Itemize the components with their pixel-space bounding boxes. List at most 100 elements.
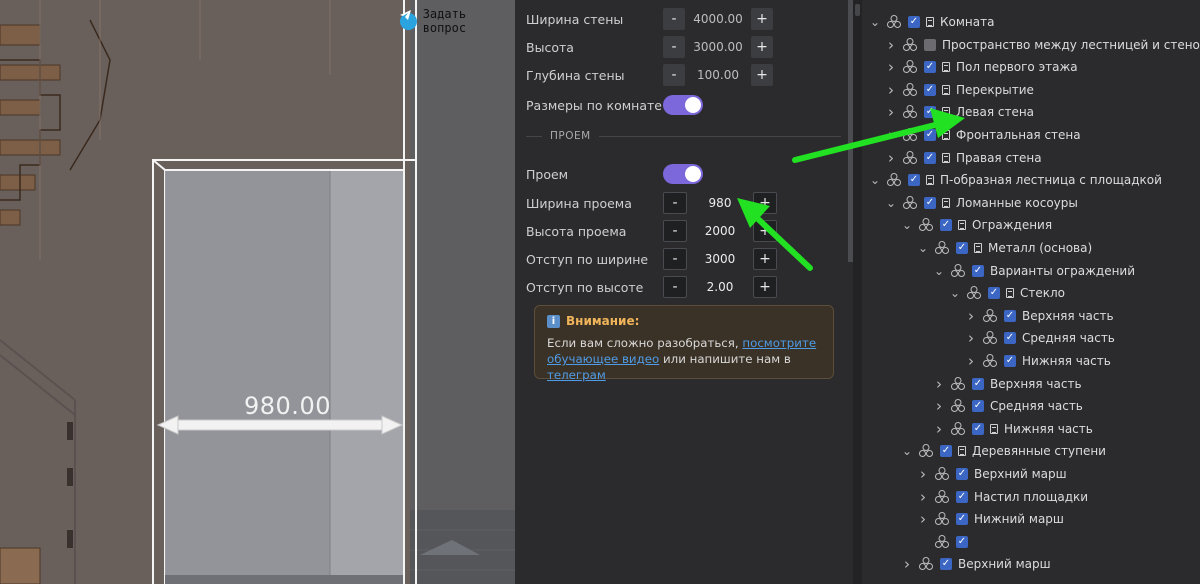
opening-width-input[interactable]: 980: [687, 192, 753, 214]
chevron-right-icon[interactable]: ›: [966, 352, 976, 370]
visibility-checkbox[interactable]: ✓: [924, 151, 936, 164]
wall-depth-value[interactable]: 100.00: [685, 64, 751, 86]
visibility-checkbox[interactable]: ✓: [956, 242, 968, 254]
splitter-thumb[interactable]: [855, 4, 860, 16]
offset-height-input[interactable]: 2.00: [687, 276, 753, 298]
chevron-down-icon[interactable]: ⌄: [902, 218, 912, 232]
visibility-checkbox[interactable]: ✓: [908, 174, 920, 187]
tree-node[interactable]: ✓: [918, 531, 974, 553]
ask-question-button[interactable]: Задать вопрос: [400, 7, 515, 35]
chevron-down-icon[interactable]: ⌄: [902, 444, 912, 458]
opening-toggle[interactable]: [663, 164, 703, 184]
visibility-checkbox[interactable]: ✓: [988, 287, 1000, 300]
visibility-checkbox[interactable]: ✓: [1004, 309, 1016, 322]
visibility-checkbox[interactable]: ✓: [972, 264, 984, 277]
visibility-checkbox[interactable]: ✓: [1004, 332, 1016, 345]
offset-height-minus-button[interactable]: -: [663, 276, 687, 298]
visibility-checkbox[interactable]: ✓: [924, 83, 936, 96]
chevron-right-icon[interactable]: ›: [886, 126, 896, 144]
tree-node[interactable]: › ✓ Нижняя часть: [966, 350, 1111, 372]
chevron-down-icon[interactable]: ⌄: [918, 241, 928, 255]
chevron-right-icon[interactable]: ›: [886, 58, 896, 76]
visibility-checkbox[interactable]: ✓: [972, 377, 984, 390]
tree-node[interactable]: › Пространство между лестницей и стеной: [886, 34, 1200, 56]
chevron-right-icon[interactable]: ›: [886, 149, 896, 167]
tree-node[interactable]: ⌄ ✓ Ограждения: [902, 214, 1052, 236]
tree-node[interactable]: ⌄ ✓ Комната: [870, 11, 994, 33]
visibility-checkbox[interactable]: ✓: [1004, 355, 1016, 367]
tree-node[interactable]: › ✓ Правая стена: [886, 147, 1042, 169]
tree-node[interactable]: ⌄ ✓ Деревянные ступени: [902, 440, 1106, 462]
visibility-checkbox[interactable]: ✓: [956, 535, 968, 548]
offset-width-minus-button[interactable]: -: [663, 248, 687, 270]
tree-node[interactable]: › ✓ Верхний марш: [918, 463, 1067, 485]
wall-depth-minus-button[interactable]: -: [663, 64, 685, 86]
visibility-checkbox[interactable]: ✓: [956, 513, 968, 526]
room-dims-toggle[interactable]: [663, 95, 703, 115]
tree-node[interactable]: ⌄ ✓ Стекло: [950, 282, 1065, 304]
tree-node[interactable]: ⌄ ✓ Ломанные косоуры: [886, 192, 1078, 214]
opening-height-plus-button[interactable]: +: [753, 220, 777, 242]
visibility-checkbox[interactable]: ✓: [924, 61, 936, 74]
chevron-right-icon[interactable]: ›: [966, 307, 976, 325]
visibility-checkbox[interactable]: ✓: [972, 422, 984, 435]
visibility-checkbox[interactable]: ✓: [940, 445, 952, 458]
tree-node[interactable]: › ✓ Левая стена: [878, 101, 1180, 124]
tree-node[interactable]: ⌄ ✓ Металл (основа): [918, 237, 1092, 259]
chevron-down-icon[interactable]: ⌄: [870, 15, 880, 29]
tree-node[interactable]: › ✓ Настил площадки: [918, 486, 1088, 508]
visibility-checkbox[interactable]: ✓: [924, 196, 936, 209]
chevron-right-icon[interactable]: ›: [934, 420, 944, 438]
wall-width-minus-button[interactable]: -: [663, 8, 685, 30]
opening-height-input[interactable]: 2000: [687, 220, 753, 242]
tree-node[interactable]: › ✓ Верхний марш: [902, 553, 1051, 575]
visibility-checkbox[interactable]: ✓: [908, 16, 920, 28]
chevron-right-icon[interactable]: ›: [918, 465, 928, 483]
tree-node[interactable]: › ✓ Пол первого этажа: [886, 56, 1078, 78]
opening-width-plus-button[interactable]: +: [753, 192, 777, 214]
tree-node[interactable]: › ✓ Средняя часть: [934, 395, 1083, 417]
opening-width-minus-button[interactable]: -: [663, 192, 687, 214]
chevron-down-icon[interactable]: ⌄: [950, 286, 960, 300]
chevron-right-icon[interactable]: ›: [918, 510, 928, 528]
chevron-down-icon[interactable]: ⌄: [870, 173, 880, 187]
tree-node[interactable]: › ✓ Фронтальная стена: [886, 124, 1081, 146]
tree-node[interactable]: › ✓ Перекрытие: [886, 79, 1034, 101]
visibility-checkbox[interactable]: ✓: [956, 490, 968, 503]
visibility-checkbox[interactable]: ✓: [940, 558, 952, 571]
chevron-right-icon[interactable]: ›: [918, 488, 928, 506]
height-plus-button[interactable]: +: [751, 36, 773, 58]
chevron-right-icon[interactable]: ›: [886, 103, 896, 121]
chevron-right-icon[interactable]: ›: [886, 36, 896, 54]
tree-node[interactable]: › ✓ Нижняя часть: [934, 418, 1093, 440]
chevron-right-icon[interactable]: ›: [886, 81, 896, 99]
chevron-right-icon[interactable]: ›: [934, 397, 944, 415]
tree-node[interactable]: ⌄ ✓ Варианты ограждений: [934, 260, 1135, 282]
visibility-checkbox[interactable]: ✓: [972, 400, 984, 413]
telegram-link[interactable]: телеграм: [547, 368, 606, 382]
panel-splitter[interactable]: [853, 0, 862, 584]
wall-width-plus-button[interactable]: +: [751, 8, 773, 30]
wall-width-value[interactable]: 4000.00: [685, 8, 751, 30]
tree-node[interactable]: › ✓ Средняя часть: [966, 327, 1115, 349]
height-minus-button[interactable]: -: [663, 36, 685, 58]
chevron-down-icon[interactable]: ⌄: [886, 196, 896, 210]
tree-node[interactable]: › ✓ Нижний марш: [918, 508, 1064, 530]
offset-height-plus-button[interactable]: +: [753, 276, 777, 298]
chevron-right-icon[interactable]: ›: [934, 375, 944, 393]
visibility-checkbox[interactable]: ✓: [956, 468, 968, 480]
chevron-down-icon[interactable]: ⌄: [934, 264, 944, 278]
chevron-right-icon[interactable]: ›: [966, 329, 976, 347]
visibility-checkbox[interactable]: ✓: [940, 219, 952, 232]
visibility-checkbox[interactable]: ✓: [924, 106, 936, 119]
3d-viewport[interactable]: Задать вопрос 980.00: [0, 0, 515, 584]
tree-node[interactable]: › ✓ Верхняя часть: [934, 373, 1082, 395]
height-value[interactable]: 3000.00: [685, 36, 751, 58]
wall-depth-plus-button[interactable]: +: [751, 64, 773, 86]
tree-node[interactable]: › ✓ Верхняя часть: [966, 305, 1114, 327]
visibility-checkbox[interactable]: ✓: [924, 129, 936, 141]
offset-width-plus-button[interactable]: +: [753, 248, 777, 270]
chevron-right-icon[interactable]: ›: [902, 555, 912, 573]
opening-height-minus-button[interactable]: -: [663, 220, 687, 242]
offset-width-input[interactable]: 3000: [687, 248, 753, 270]
